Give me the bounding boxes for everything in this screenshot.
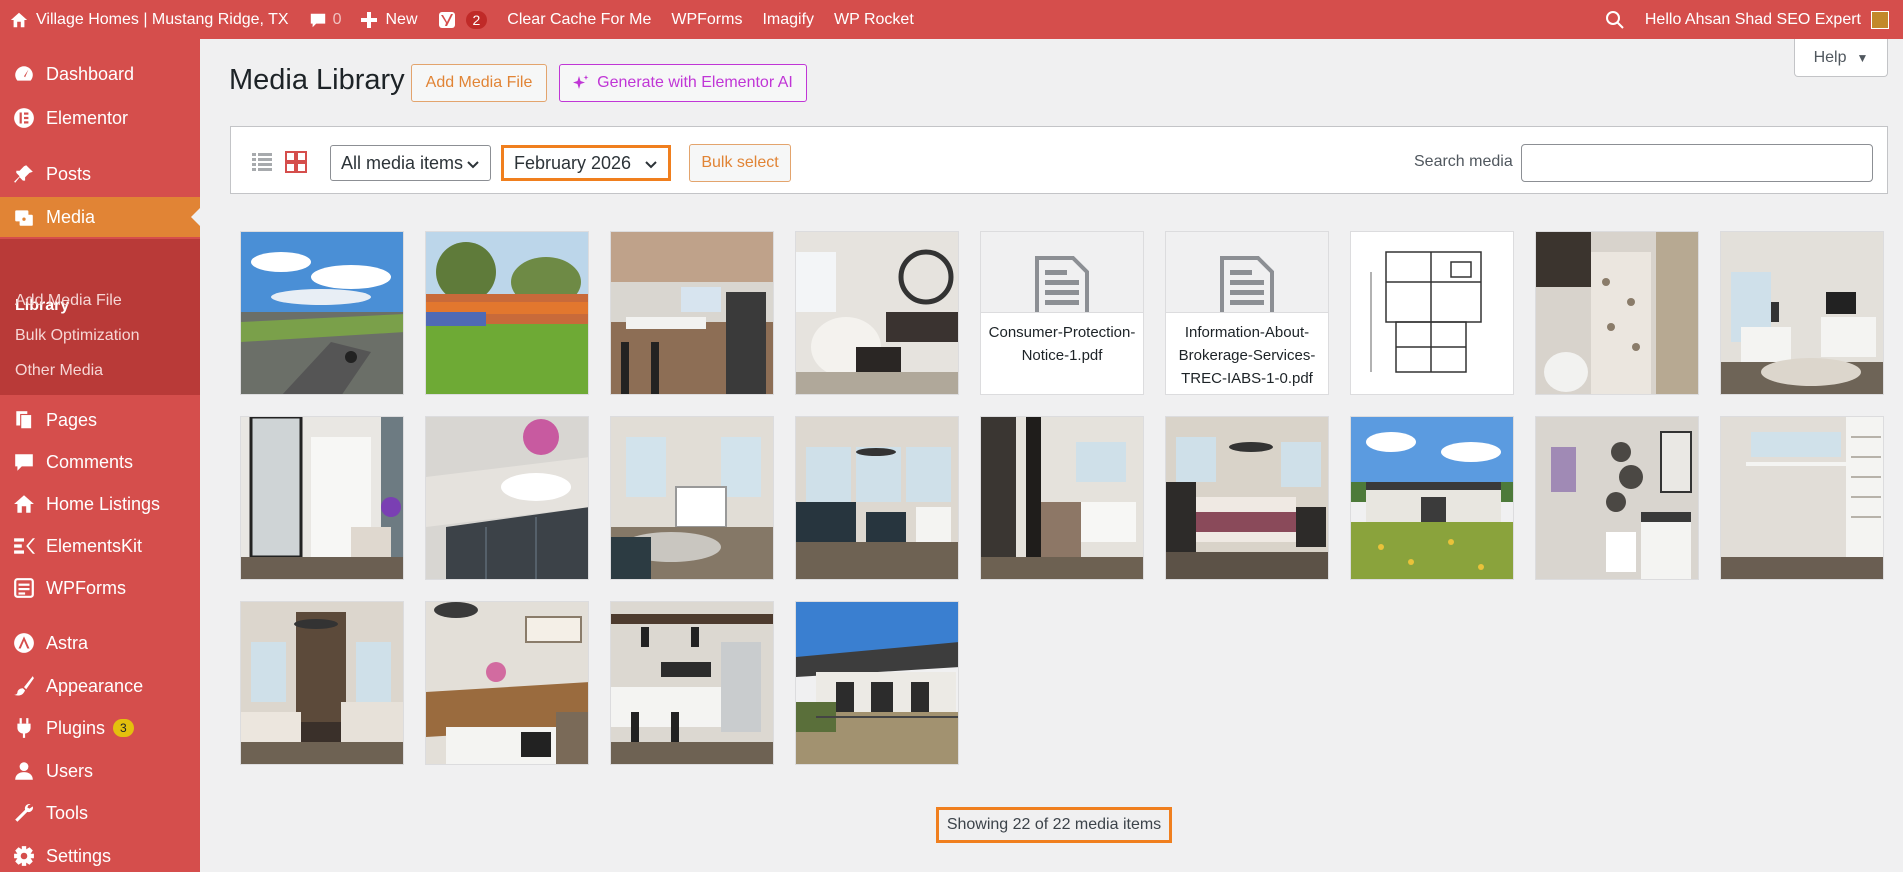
plus-icon	[361, 11, 378, 28]
submenu-bulk-optimization[interactable]: Bulk Optimization	[15, 327, 140, 345]
list-view-icon	[251, 153, 273, 177]
wpforms-link[interactable]: WPForms	[661, 0, 752, 39]
menu-astra[interactable]: Astra	[0, 623, 200, 663]
menu-settings[interactable]: Settings	[0, 836, 200, 872]
media-thumbnail[interactable]	[425, 601, 589, 765]
avatar	[1871, 10, 1889, 29]
menu-home-listings[interactable]: Home Listings	[0, 484, 200, 524]
admin-sidebar: Dashboard Elementor Posts Media Library …	[0, 39, 200, 872]
bulk-select-button[interactable]: Bulk select	[689, 144, 791, 182]
paintbrush-icon	[12, 674, 36, 698]
new-content-link[interactable]: New	[351, 0, 427, 39]
menu-appearance[interactable]: Appearance	[0, 666, 200, 706]
plugins-update-badge: 3	[113, 719, 134, 737]
account-menu[interactable]: Hello Ahsan Shad SEO Expert	[1635, 0, 1903, 39]
menu-plugins[interactable]: Plugins 3	[0, 708, 200, 748]
generate-elementor-ai-button[interactable]: Generate with Elementor AI	[559, 64, 807, 102]
elementor-icon	[12, 106, 36, 130]
menu-dashboard[interactable]: Dashboard	[0, 54, 200, 94]
add-media-file-button[interactable]: Add Media File	[411, 64, 547, 102]
search-icon	[1605, 10, 1625, 30]
search-media-label: Search media	[1414, 153, 1513, 170]
media-thumbnail[interactable]	[795, 416, 959, 580]
media-thumbnail[interactable]	[1535, 416, 1699, 580]
menu-users[interactable]: Users	[0, 751, 200, 791]
menu-pages[interactable]: Pages	[0, 400, 200, 440]
home-icon	[10, 11, 28, 29]
media-thumbnail[interactable]	[610, 601, 774, 765]
media-thumbnail[interactable]	[240, 601, 404, 765]
menu-elementor[interactable]: Elementor	[0, 98, 200, 138]
caret-down-icon: ▼	[1856, 50, 1869, 65]
media-thumbnail[interactable]	[795, 231, 959, 395]
elementskit-icon	[12, 534, 36, 558]
dashboard-icon	[12, 62, 36, 86]
sparkle-icon	[573, 75, 589, 91]
chevron-down-icon	[644, 156, 658, 177]
menu-tools[interactable]: Tools	[0, 793, 200, 833]
media-thumbnail[interactable]	[425, 416, 589, 580]
page-title: Media Library	[229, 64, 405, 96]
astra-icon	[12, 631, 36, 655]
pages-icon	[12, 408, 36, 432]
home-icon	[12, 492, 36, 516]
wpforms-icon	[12, 576, 36, 600]
submenu-other-media[interactable]: Other Media	[15, 362, 103, 380]
media-thumbnail[interactable]	[610, 231, 774, 395]
media-icon	[12, 205, 36, 229]
media-thumbnail[interactable]	[1720, 416, 1884, 580]
media-type-filter[interactable]: All media items	[330, 145, 491, 181]
menu-wpforms[interactable]: WPForms	[0, 568, 200, 608]
media-thumbnail[interactable]	[240, 231, 404, 395]
menu-media[interactable]: Media	[0, 197, 200, 237]
media-thumbnail[interactable]	[980, 416, 1144, 580]
menu-elementskit[interactable]: ElementsKit	[0, 526, 200, 566]
chevron-down-icon	[466, 156, 480, 177]
media-thumbnail[interactable]	[795, 601, 959, 765]
media-thumbnail[interactable]	[1535, 231, 1699, 395]
grid-view-icon	[285, 151, 307, 177]
media-toolbar: All media items February 2026 Bulk selec…	[230, 126, 1888, 194]
document-filename: Information-About-Brokerage-Services-TRE…	[1166, 312, 1328, 394]
media-document-tile[interactable]: Consumer-Protection-Notice-1.pdf	[980, 231, 1144, 395]
submenu-add-media-file[interactable]: Add Media File	[15, 292, 122, 310]
document-filename: Consumer-Protection-Notice-1.pdf	[981, 312, 1143, 394]
media-thumbnail[interactable]	[240, 416, 404, 580]
media-thumbnail[interactable]	[610, 416, 774, 580]
comments-icon	[12, 450, 36, 474]
comment-icon	[309, 11, 327, 29]
yoast-menu[interactable]: 2	[428, 0, 498, 39]
help-tab[interactable]: Help ▼	[1794, 39, 1888, 77]
search-toggle[interactable]	[1595, 0, 1635, 39]
wrench-icon	[12, 801, 36, 825]
users-icon	[12, 759, 36, 783]
plugin-icon	[12, 716, 36, 740]
wp-rocket-link[interactable]: WP Rocket	[824, 0, 924, 39]
menu-comments[interactable]: Comments	[0, 442, 200, 482]
media-thumbnail[interactable]	[1720, 231, 1884, 395]
media-thumbnail[interactable]	[1350, 231, 1514, 395]
grid-view-button[interactable]	[285, 151, 307, 173]
search-media-input[interactable]	[1521, 144, 1873, 182]
list-view-button[interactable]	[251, 151, 273, 173]
date-filter[interactable]: February 2026	[501, 145, 671, 181]
media-thumbnail[interactable]	[425, 231, 589, 395]
admin-bar: Village Homes | Mustang Ridge, TX 0 New …	[0, 0, 1903, 39]
yoast-icon	[438, 10, 458, 30]
settings-icon	[12, 844, 36, 868]
clear-cache-link[interactable]: Clear Cache For Me	[497, 0, 661, 39]
site-name-link[interactable]: Village Homes | Mustang Ridge, TX	[0, 0, 299, 39]
menu-posts[interactable]: Posts	[0, 154, 200, 194]
pin-icon	[12, 162, 36, 186]
media-thumbnail[interactable]	[1350, 416, 1514, 580]
media-document-tile[interactable]: Information-About-Brokerage-Services-TRE…	[1165, 231, 1329, 395]
comments-link[interactable]: 0	[299, 0, 352, 39]
imagify-link[interactable]: Imagify	[752, 0, 824, 39]
media-thumbnail[interactable]	[1165, 416, 1329, 580]
media-count-status: Showing 22 of 22 media items	[936, 807, 1172, 843]
